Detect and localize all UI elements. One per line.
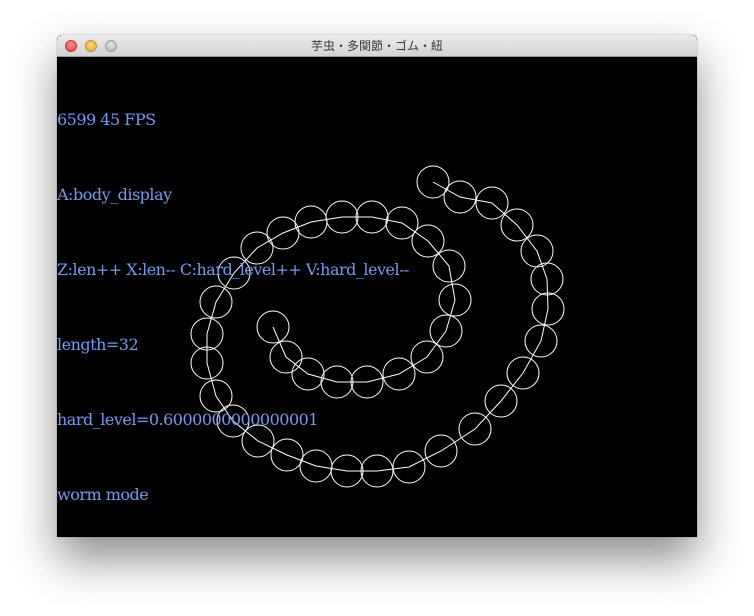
key-hint-body-display: A:body_display [57,185,172,204]
title-bar[interactable]: 芋虫・多関節・ゴム・紐 [57,35,697,57]
app-window: 芋虫・多関節・ゴム・紐 6599 45 FPS A:body_display Z… [57,35,697,537]
length-readout: length=32 [57,335,139,354]
hud-overlay: 6599 45 FPS A:body_display Z:len++ X:len… [57,57,409,537]
game-canvas[interactable]: 6599 45 FPS A:body_display Z:len++ X:len… [57,57,697,537]
window-title: 芋虫・多関節・ゴム・紐 [310,39,443,53]
mode-readout: worm mode [57,485,149,504]
fps-readout: 6599 45 FPS [57,110,156,129]
hard-level-readout: hard_level=0.6000000000000001 [57,410,318,429]
key-hint-controls: Z:len++ X:len-- C:hard_level++ V:hard_le… [57,260,409,279]
